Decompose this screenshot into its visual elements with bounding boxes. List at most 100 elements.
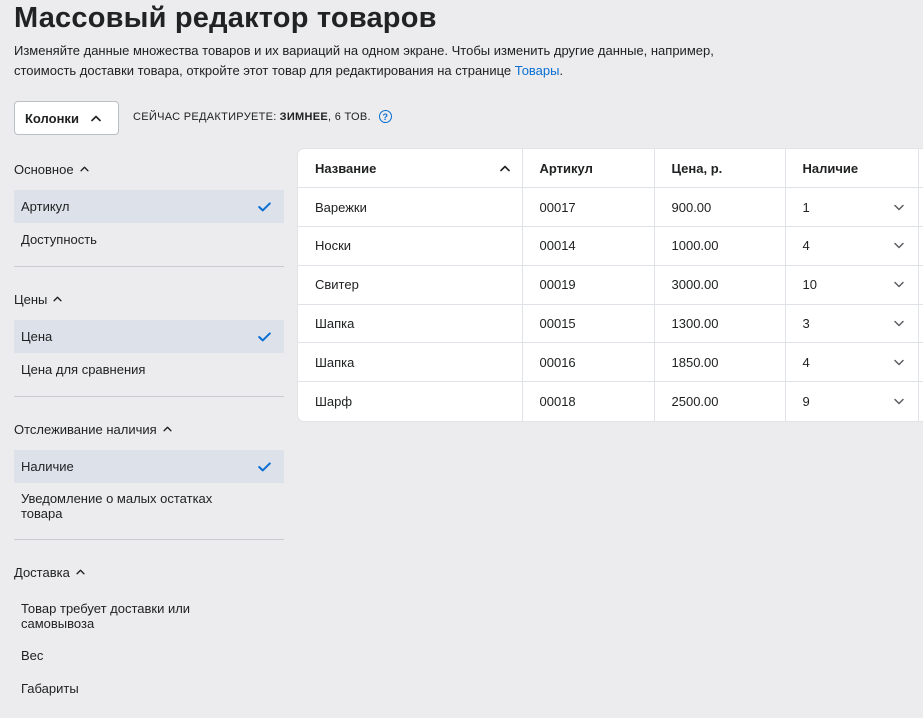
- cell-sku[interactable]: 00014: [522, 226, 655, 266]
- chevron-up-icon: [163, 426, 172, 432]
- cell-price[interactable]: 900.00: [654, 187, 786, 228]
- cell-stock[interactable]: 4: [785, 342, 919, 383]
- sidebar-column-label: Габариты: [21, 681, 79, 696]
- cell-price[interactable]: 1000.00: [654, 226, 786, 266]
- cell-sku[interactable]: 00019: [522, 265, 655, 305]
- sidebar-group-title: Отслеживание наличия: [14, 421, 157, 437]
- sidebar-column-label: Цена для сравнения: [21, 362, 146, 377]
- cell-price[interactable]: 2500.00: [654, 381, 786, 421]
- sidebar-column-option[interactable]: Наличие: [14, 450, 284, 483]
- editing-label: СЕЙЧАС РЕДАКТИРУЕТЕ:: [133, 110, 277, 123]
- chevron-down-icon[interactable]: [893, 204, 904, 211]
- chevron-down-icon[interactable]: [893, 281, 904, 288]
- cell-stock[interactable]: 4: [785, 226, 919, 266]
- sidebar-column-option[interactable]: Габариты: [14, 672, 284, 705]
- chevron-up-icon: [76, 569, 85, 575]
- products-link[interactable]: Товары: [515, 63, 560, 78]
- table-row: Свитер 00019 3000.00 10: [298, 265, 923, 305]
- cell-price[interactable]: 1300.00: [654, 304, 786, 344]
- columns-button[interactable]: Колонки: [14, 101, 119, 135]
- editing-status: СЕЙЧАС РЕДАКТИРУЕТЕ: ЗИМНЕЕ , 6 ТОВ. ?: [133, 110, 392, 123]
- sidebar-group: Основное Артикул Доступность: [14, 150, 284, 267]
- stock-value: 3: [802, 316, 810, 332]
- cell-name[interactable]: Шапка: [298, 304, 523, 344]
- cell-sku[interactable]: 00015: [522, 304, 655, 344]
- cell-name[interactable]: Шарф: [298, 381, 523, 421]
- sidebar-column-option[interactable]: Цена: [14, 320, 284, 353]
- intro-end: .: [559, 63, 564, 78]
- editing-collection: ЗИМНЕЕ: [279, 110, 329, 123]
- cell-sku[interactable]: 00017: [522, 187, 655, 228]
- stock-value: 4: [802, 238, 810, 254]
- column-header-stock: Наличие: [785, 149, 919, 189]
- sort-chevron-up-icon[interactable]: [499, 165, 510, 172]
- column-header-sku: Артикул: [522, 149, 655, 189]
- cell-extra: [918, 381, 923, 421]
- cell-name[interactable]: Свитер: [298, 265, 523, 305]
- stock-value: 9: [802, 393, 810, 409]
- cell-sku[interactable]: 00018: [522, 381, 655, 421]
- table-row: Носки 00014 1000.00 4: [298, 226, 923, 266]
- cell-stock[interactable]: 1: [785, 187, 919, 228]
- sidebar-column-option[interactable]: Товар требует доставки или самовывоза: [14, 593, 284, 639]
- cell-stock[interactable]: 10: [785, 265, 919, 305]
- chevron-up-icon: [53, 296, 62, 302]
- column-header-name[interactable]: Название: [298, 149, 523, 189]
- stock-value: 4: [802, 354, 810, 370]
- sidebar-group: Отслеживание наличия Наличие Уведомление о…: [14, 410, 284, 540]
- sidebar-group: Доставка Товар требует доставки или самов…: [14, 553, 284, 715]
- table-row: Шапка 00016 1850.00 4: [298, 342, 923, 383]
- sidebar-group-header[interactable]: Доставка: [14, 553, 284, 591]
- editing-count: , 6 ТОВ.: [328, 110, 371, 123]
- cell-name[interactable]: Шапка: [298, 342, 523, 383]
- cell-stock[interactable]: 9: [785, 381, 919, 421]
- chevron-down-icon[interactable]: [893, 320, 904, 327]
- column-header-label: Название: [315, 160, 377, 176]
- columns-button-label: Колонки: [25, 110, 79, 126]
- page-title: Массовый редактор товаров: [14, 2, 437, 34]
- bulk-edit-table: Название Артикул Цена, р. Наличие Варежк…: [298, 149, 923, 421]
- cell-name[interactable]: Варежки: [298, 187, 523, 228]
- help-icon[interactable]: ?: [378, 110, 392, 123]
- sidebar-group-header[interactable]: Основное: [14, 150, 284, 188]
- sidebar-column-label: Товар требует доставки или самовывоза: [21, 601, 191, 631]
- cell-extra: [918, 304, 923, 344]
- checkmark-icon: [258, 461, 271, 472]
- checkmark-icon: [258, 331, 271, 342]
- table-header-row: Название Артикул Цена, р. Наличие: [298, 149, 923, 189]
- sidebar-column-label: Наличие: [21, 459, 74, 474]
- sidebar-column-option[interactable]: Уведомление о малых остатках товара: [14, 483, 284, 529]
- sidebar-column-option[interactable]: Доступность: [14, 223, 284, 256]
- cell-extra: [918, 187, 923, 228]
- sidebar-column-label: Уведомление о малых остатках товара: [21, 491, 213, 521]
- sidebar-group-header[interactable]: Отслеживание наличия: [14, 410, 284, 448]
- sidebar-column-label: Доступность: [21, 232, 97, 247]
- chevron-down-icon[interactable]: [893, 398, 904, 405]
- cell-extra: [918, 226, 923, 266]
- sidebar-column-option[interactable]: Цена для сравнения: [14, 353, 284, 386]
- cell-name[interactable]: Носки: [298, 226, 523, 266]
- column-sidebar: Основное Артикул Доступность Цены Цена Цена д…: [14, 150, 284, 718]
- table-row: Варежки 00017 900.00 1: [298, 187, 923, 228]
- cell-price[interactable]: 3000.00: [654, 265, 786, 305]
- chevron-up-icon: [79, 166, 89, 172]
- chevron-down-icon[interactable]: [893, 359, 904, 366]
- sidebar-group-header[interactable]: Цены: [14, 280, 284, 318]
- column-header-price: Цена, р.: [654, 149, 786, 189]
- stock-value: 1: [802, 199, 810, 215]
- checkmark-icon: [258, 201, 271, 212]
- sidebar-column-option[interactable]: Артикул: [14, 190, 284, 223]
- chevron-up-icon: [91, 115, 101, 122]
- sidebar-column-label: Артикул: [21, 199, 70, 214]
- cell-stock[interactable]: 3: [785, 304, 919, 344]
- column-header-extra: [918, 149, 923, 189]
- chevron-down-icon[interactable]: [893, 242, 904, 249]
- sidebar-group: Цены Цена Цена для сравнения: [14, 280, 284, 397]
- cell-sku[interactable]: 00016: [522, 342, 655, 383]
- sidebar-group-title: Цены: [14, 291, 48, 307]
- sidebar-group-title: Основное: [14, 161, 74, 177]
- cell-extra: [918, 342, 923, 383]
- cell-extra: [918, 265, 923, 305]
- cell-price[interactable]: 1850.00: [654, 342, 786, 383]
- sidebar-column-option[interactable]: Вес: [14, 639, 284, 672]
